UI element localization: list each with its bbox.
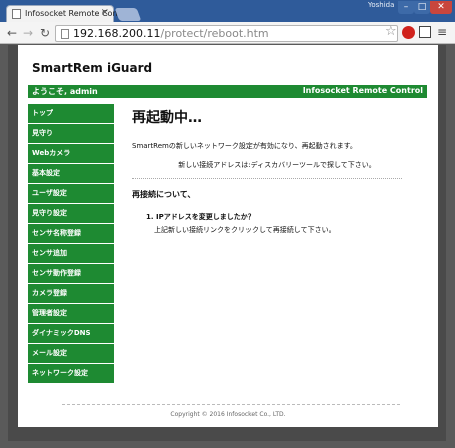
forward-arrow-icon[interactable]: → — [21, 25, 35, 41]
reconnect-heading: 再接続について、 — [132, 190, 196, 199]
page-icon — [61, 29, 69, 39]
welcome-brand: Infosocket Remote Control — [302, 86, 423, 95]
window-minimize-button[interactable]: – — [398, 1, 414, 14]
page-title: 再起動中… — [132, 110, 202, 126]
sidebar-item-network-settings[interactable]: ネットワーク設定 — [28, 364, 114, 383]
window-close-button[interactable]: ✕ — [430, 1, 452, 14]
browser-window: Infosocket Remote Con × Yoshida – □ ✕ ← … — [0, 0, 455, 448]
url-path: /protect/reboot.htm — [160, 27, 269, 40]
new-address-message: 新しい接続アドレスは:ディスカバリーツールで探して下さい。 — [178, 161, 376, 169]
url-host: 192.168.200.11 — [73, 27, 161, 40]
url-text: 192.168.200.11/protect/reboot.htm — [73, 27, 269, 40]
page-viewport: SmartRem iGuard ようこそ, admin Infosocket R… — [8, 45, 446, 441]
window-maximize-button[interactable]: □ — [414, 1, 430, 14]
tab-close-icon[interactable]: × — [101, 7, 109, 18]
welcome-bar: ようこそ, admin Infosocket Remote Control — [28, 85, 427, 98]
sidebar-nav: トップ 見守り Webカメラ 基本設定 ユーザ設定 見守り設定 センサ名称登録 … — [28, 104, 114, 384]
footer-copyright: Copyright © 2016 Infosocket Co., LTD. — [170, 411, 286, 418]
sidebar-item-dynamic-dns[interactable]: ダイナミックDNS — [28, 324, 114, 343]
faq-list: 1. IPアドレスを変更しましたか？ 上記新しい接続リンクをクリックして再接続し… — [146, 212, 422, 235]
sidebar-item-camera-register[interactable]: カメラ登録 — [28, 284, 114, 303]
address-bar[interactable]: 192.168.200.11/protect/reboot.htm — [55, 25, 398, 42]
welcome-text: ようこそ, admin — [32, 87, 98, 96]
site-brand: SmartRem iGuard — [32, 61, 153, 75]
sidebar-item-add-sensor[interactable]: センサ追加 — [28, 244, 114, 263]
page-favicon-icon — [12, 9, 21, 19]
content-divider — [132, 178, 402, 179]
sidebar-item-mail-settings[interactable]: メール設定 — [28, 344, 114, 363]
sidebar-item-top[interactable]: トップ — [28, 104, 114, 123]
reload-icon[interactable]: ↻ — [38, 25, 52, 41]
extension-red-icon[interactable] — [402, 26, 415, 39]
sidebar-item-monitor[interactable]: 見守り — [28, 124, 114, 143]
sidebar-item-webcam[interactable]: Webカメラ — [28, 144, 114, 163]
faq-question: 1. IPアドレスを変更しましたか？ — [146, 213, 255, 221]
back-arrow-icon[interactable]: ← — [5, 25, 19, 41]
menu-icon[interactable]: ≡ — [437, 25, 447, 39]
profile-user-label[interactable]: Yoshida — [368, 1, 394, 9]
faq-answer: 上記新しい接続リンクをクリックして再接続して下さい。 — [154, 226, 336, 234]
main-content: 再起動中… SmartRemの新しいネットワーク設定が有効になり、再起動されます… — [132, 107, 422, 235]
extension-box-icon[interactable] — [419, 26, 431, 38]
new-tab-button[interactable] — [114, 8, 142, 21]
reboot-message: SmartRemの新しいネットワーク設定が有効になり、再起動されます。 — [132, 142, 357, 150]
sidebar-item-sensor-names[interactable]: センサ名称登録 — [28, 224, 114, 243]
footer-divider — [62, 404, 400, 405]
sidebar-item-monitor-settings[interactable]: 見守り設定 — [28, 204, 114, 223]
sidebar-item-admin-settings[interactable]: 管理者設定 — [28, 304, 114, 323]
browser-titlebar: Infosocket Remote Con × Yoshida – □ ✕ — [0, 0, 455, 22]
sidebar-item-sensor-actions[interactable]: センサ動作登録 — [28, 264, 114, 283]
sidebar-item-user-settings[interactable]: ユーザ設定 — [28, 184, 114, 203]
sidebar-item-basic-settings[interactable]: 基本設定 — [28, 164, 114, 183]
browser-tab[interactable]: Infosocket Remote Con × — [6, 5, 118, 22]
page-sheet: SmartRem iGuard ようこそ, admin Infosocket R… — [18, 45, 438, 427]
bookmark-star-icon[interactable]: ☆ — [385, 24, 397, 39]
